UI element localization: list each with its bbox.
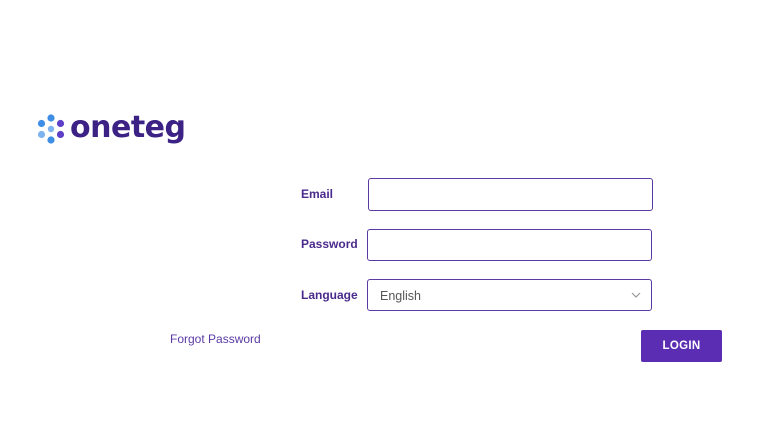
logo-dot-top-right <box>56 119 65 128</box>
forgot-password-link[interactable]: Forgot Password <box>170 332 261 346</box>
email-field[interactable] <box>369 179 652 210</box>
language-selected-value: English <box>380 289 421 303</box>
login-button[interactable]: LOGIN <box>641 330 722 362</box>
logo-dot-top <box>47 114 55 122</box>
logo-dot-bottom <box>47 136 55 144</box>
logo-dot-center <box>47 125 55 133</box>
email-field-box[interactable] <box>368 178 653 211</box>
email-label: Email <box>301 187 334 201</box>
logo-dot-bottom-left <box>37 130 46 139</box>
logo-dot-bottom-right <box>56 130 65 139</box>
password-label: Password <box>301 237 358 251</box>
chevron-down-icon <box>631 292 641 298</box>
brand-logo: oneteg <box>36 110 186 146</box>
brand-name: oneteg <box>70 110 186 145</box>
password-field-box[interactable] <box>367 229 652 261</box>
language-select[interactable]: English <box>367 279 652 311</box>
logo-dot-top-left <box>37 119 46 128</box>
language-label: Language <box>301 288 358 302</box>
flower-dots-icon <box>37 114 65 144</box>
password-field[interactable] <box>368 230 651 260</box>
